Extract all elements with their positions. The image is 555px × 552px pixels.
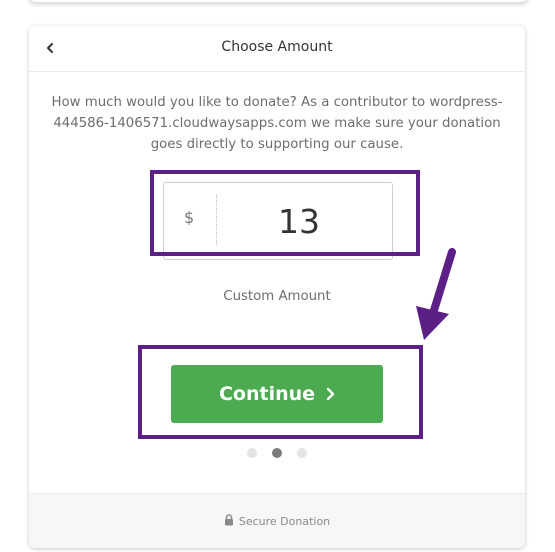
annotation-arrow (416, 248, 456, 340)
